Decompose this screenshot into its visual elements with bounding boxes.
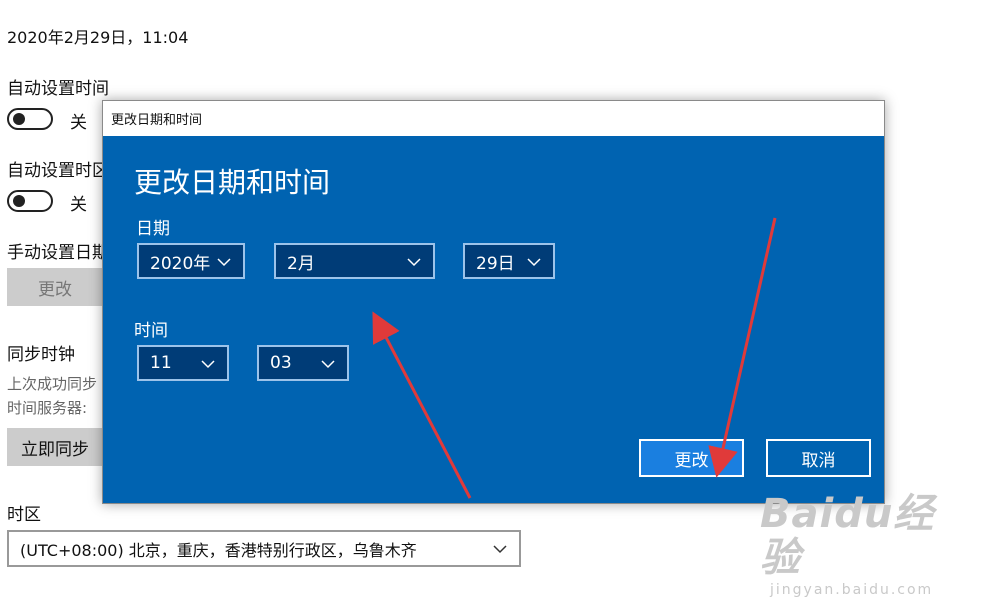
toggle-knob xyxy=(13,113,25,125)
baidu-watermark: Baidu经验 jingyan.baidu.com xyxy=(760,491,950,598)
chevron-down-icon xyxy=(493,545,507,554)
dialog-cancel-button[interactable]: 取消 xyxy=(766,439,871,477)
chevron-down-icon xyxy=(407,258,421,267)
chevron-down-icon xyxy=(217,258,231,267)
month-dropdown[interactable]: 2月 xyxy=(274,243,435,279)
change-datetime-dialog: 更改日期和时间 更改日期和时间 日期 2020年 2月 29日 时间 11 03… xyxy=(102,100,885,504)
time-label: 时间 xyxy=(134,321,168,341)
hour-value: 11 xyxy=(150,353,172,373)
auto-timezone-label: 自动设置时区 xyxy=(7,161,102,181)
auto-time-state: 关 xyxy=(70,113,87,133)
year-dropdown[interactable]: 2020年 xyxy=(137,243,245,279)
day-dropdown[interactable]: 29日 xyxy=(463,243,555,279)
timezone-value: (UTC+08:00) 北京，重庆，香港特别行政区，乌鲁木齐 xyxy=(20,540,417,560)
date-label: 日期 xyxy=(136,219,170,239)
timezone-select[interactable]: (UTC+08:00) 北京，重庆，香港特别行政区，乌鲁木齐 xyxy=(7,530,521,567)
chevron-down-icon xyxy=(321,360,335,369)
chevron-down-icon xyxy=(201,360,215,369)
time-server-text: 时间服务器: xyxy=(7,399,88,417)
sync-clock-label: 同步时钟 xyxy=(7,345,75,365)
auto-time-toggle[interactable] xyxy=(7,108,53,130)
timezone-label: 时区 xyxy=(7,505,41,525)
current-datetime: 2020年2月29日，11:04 xyxy=(7,28,189,47)
manual-change-button[interactable]: 更改 xyxy=(7,268,103,306)
day-value: 29日 xyxy=(476,253,515,274)
toggle-knob xyxy=(13,195,25,207)
auto-time-label: 自动设置时间 xyxy=(7,79,109,99)
dialog-change-button[interactable]: 更改 xyxy=(639,439,744,477)
minute-dropdown[interactable]: 03 xyxy=(257,345,349,381)
month-value: 2月 xyxy=(287,253,315,274)
auto-timezone-state: 关 xyxy=(70,195,87,215)
chevron-down-icon xyxy=(527,258,541,267)
watermark-main: Baidu经验 xyxy=(760,491,935,581)
dialog-window-title: 更改日期和时间 xyxy=(111,113,203,128)
year-value: 2020年 xyxy=(150,253,211,274)
last-sync-text: 上次成功同步 xyxy=(7,375,98,393)
auto-timezone-toggle[interactable] xyxy=(7,190,53,212)
hour-dropdown[interactable]: 11 xyxy=(137,345,229,381)
minute-value: 03 xyxy=(270,353,292,373)
dialog-heading: 更改日期和时间 xyxy=(134,166,331,199)
watermark-sub: jingyan.baidu.com xyxy=(770,582,934,598)
manual-datetime-label: 手动设置日期和时间 xyxy=(7,243,102,263)
dialog-titlebar[interactable]: 更改日期和时间 xyxy=(103,101,884,136)
sync-now-button[interactable]: 立即同步 xyxy=(7,428,103,466)
